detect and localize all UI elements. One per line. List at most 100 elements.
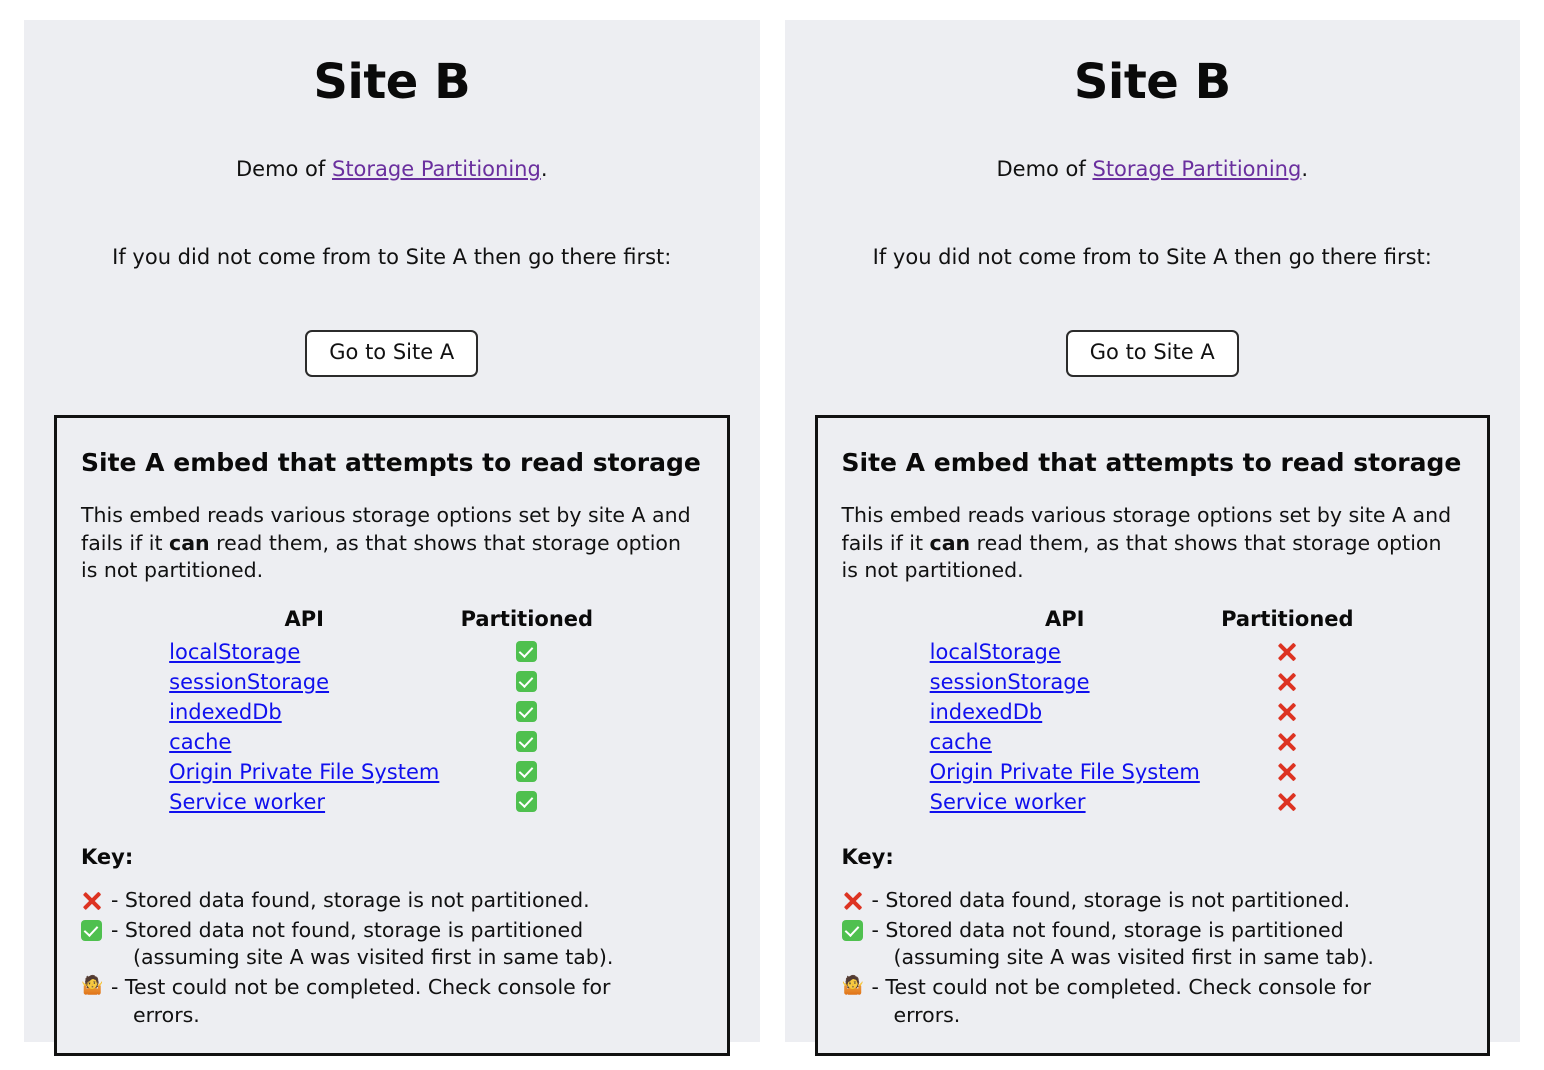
key-item-text: - Stored data found, storage is not part… — [871, 888, 1351, 912]
cross-icon — [1276, 701, 1298, 723]
storage-partitioning-link[interactable]: Storage Partitioning — [1092, 157, 1301, 181]
api-link-sessionstorage[interactable]: sessionStorage — [930, 670, 1090, 694]
status-cell — [1200, 697, 1375, 727]
api-name-cell: sessionStorage — [930, 667, 1200, 697]
api-link-opfs[interactable]: Origin Private File System — [930, 760, 1200, 784]
embed-description-emphasis: can — [929, 530, 971, 555]
api-link-service-worker[interactable]: Service worker — [930, 790, 1086, 814]
check-icon — [516, 671, 538, 692]
table-row: sessionStorage — [169, 667, 614, 697]
table-row: Service worker — [169, 787, 614, 817]
embed-description: This embed reads various storage options… — [81, 502, 703, 585]
key-item: - Stored data found, storage is not part… — [81, 887, 703, 915]
key-item-line2: (assuming site A was visited first in sa… — [893, 945, 1374, 970]
cross-icon — [1276, 761, 1298, 783]
storage-partitioning-link[interactable]: Storage Partitioning — [332, 157, 541, 181]
site-a-embed-box: Site A embed that attempts to read stora… — [54, 414, 730, 1057]
key-item: - Stored data found, storage is not part… — [842, 887, 1464, 915]
key-item-text: - Stored data not found, storage is part… — [872, 917, 1464, 972]
go-to-site-a-button[interactable]: Go to Site A — [305, 329, 479, 377]
status-cell — [1200, 757, 1375, 787]
api-name-cell: localStorage — [169, 637, 439, 667]
table-row: cache — [930, 727, 1375, 757]
table-row: indexedDb — [930, 697, 1375, 727]
table-row: indexedDb — [169, 697, 614, 727]
api-name-cell: indexedDb — [930, 697, 1200, 727]
status-cell — [439, 787, 614, 817]
cross-icon — [81, 887, 111, 912]
status-cell — [1200, 637, 1375, 667]
status-cell — [439, 667, 614, 697]
api-link-opfs[interactable]: Origin Private File System — [169, 760, 439, 784]
shrug-icon: 🤷 — [841, 975, 864, 997]
key-legend: - Stored data found, storage is not part… — [81, 887, 703, 1029]
demo-suffix: . — [1301, 156, 1309, 181]
check-icon — [841, 917, 872, 941]
status-cell — [1200, 787, 1375, 817]
key-item-line2: errors. — [893, 1002, 961, 1027]
key-item-line1: - Stored data not found, storage is part… — [871, 917, 1344, 942]
dual-panel-comparison: Site B Demo of Storage Partitioning. If … — [0, 0, 1544, 1070]
key-item-text: - Test could not be completed. Check con… — [872, 974, 1464, 1029]
table-row: Origin Private File System — [169, 757, 614, 787]
demo-suffix: . — [540, 156, 548, 181]
api-link-localstorage[interactable]: localStorage — [169, 640, 300, 664]
column-header-partitioned: Partitioned — [1221, 607, 1354, 631]
api-link-indexeddb[interactable]: indexedDb — [930, 700, 1043, 724]
cross-icon — [1276, 641, 1298, 663]
embed-heading: Site A embed that attempts to read stora… — [81, 447, 701, 477]
key-item: - Stored data not found, storage is part… — [81, 917, 703, 972]
table-header-row: API Partitioned — [930, 607, 1375, 637]
page-title: Site B — [1073, 54, 1231, 110]
page-title: Site B — [313, 54, 471, 110]
table-head: API Partitioned — [930, 607, 1375, 637]
column-header-api: API — [1045, 607, 1085, 631]
table-head: API Partitioned — [169, 607, 614, 637]
api-name-cell: localStorage — [930, 637, 1200, 667]
key-item-text: - Test could not be completed. Check con… — [111, 974, 703, 1029]
cross-icon — [842, 887, 872, 912]
key-item-line1: - Test could not be completed. Check con… — [871, 975, 1371, 1000]
api-name-cell: sessionStorage — [169, 667, 439, 697]
instruction-text: If you did not come from to Site A then … — [112, 244, 672, 269]
demo-prefix: Demo of — [996, 156, 1093, 181]
api-link-cache[interactable]: cache — [169, 730, 231, 754]
go-to-site-a-button[interactable]: Go to Site A — [1065, 329, 1239, 377]
column-header-api: API — [284, 607, 324, 631]
table-row: cache — [169, 727, 614, 757]
table-row: sessionStorage — [930, 667, 1375, 697]
check-icon — [516, 791, 538, 812]
api-name-cell: Service worker — [930, 787, 1200, 817]
api-name-cell: cache — [169, 727, 439, 757]
cross-icon — [1276, 671, 1298, 693]
api-link-service-worker[interactable]: Service worker — [169, 790, 325, 814]
table-row: Origin Private File System — [930, 757, 1375, 787]
embed-description-emphasis: can — [169, 530, 210, 555]
api-name-cell: indexedDb — [169, 697, 439, 727]
table-row: localStorage — [930, 637, 1375, 667]
key-title: Key: — [841, 845, 894, 869]
api-link-indexeddb[interactable]: indexedDb — [169, 700, 282, 724]
api-link-sessionstorage[interactable]: sessionStorage — [169, 670, 329, 694]
api-link-localstorage[interactable]: localStorage — [930, 640, 1061, 664]
key-item: - Stored data not found, storage is part… — [841, 917, 1464, 972]
table-row: localStorage — [169, 637, 614, 667]
demo-line: Demo of Storage Partitioning. — [236, 157, 548, 181]
status-cell — [1200, 667, 1375, 697]
api-link-cache[interactable]: cache — [930, 730, 992, 754]
key-item: 🤷 - Test could not be completed. Check c… — [81, 974, 703, 1029]
panel-right-site-b: Site B Demo of Storage Partitioning. If … — [784, 20, 1520, 1057]
check-icon — [516, 701, 538, 722]
key-item: 🤷 - Test could not be completed. Check c… — [842, 974, 1464, 1029]
api-name-cell: Service worker — [169, 787, 439, 817]
instruction-text: If you did not come from to Site A then … — [872, 244, 1432, 269]
key-legend: - Stored data found, storage is not part… — [841, 887, 1464, 1029]
api-name-cell: Origin Private File System — [930, 757, 1200, 787]
site-a-embed-box: Site A embed that attempts to read stora… — [814, 414, 1490, 1057]
key-item-text: - Stored data not found, storage is part… — [111, 917, 703, 972]
key-item-line2: errors. — [133, 1002, 200, 1027]
check-icon — [81, 917, 111, 941]
api-partition-table: API Partitioned localStorage sessionStor… — [169, 607, 614, 817]
check-icon — [516, 761, 538, 782]
table-row: Service worker — [930, 787, 1375, 817]
